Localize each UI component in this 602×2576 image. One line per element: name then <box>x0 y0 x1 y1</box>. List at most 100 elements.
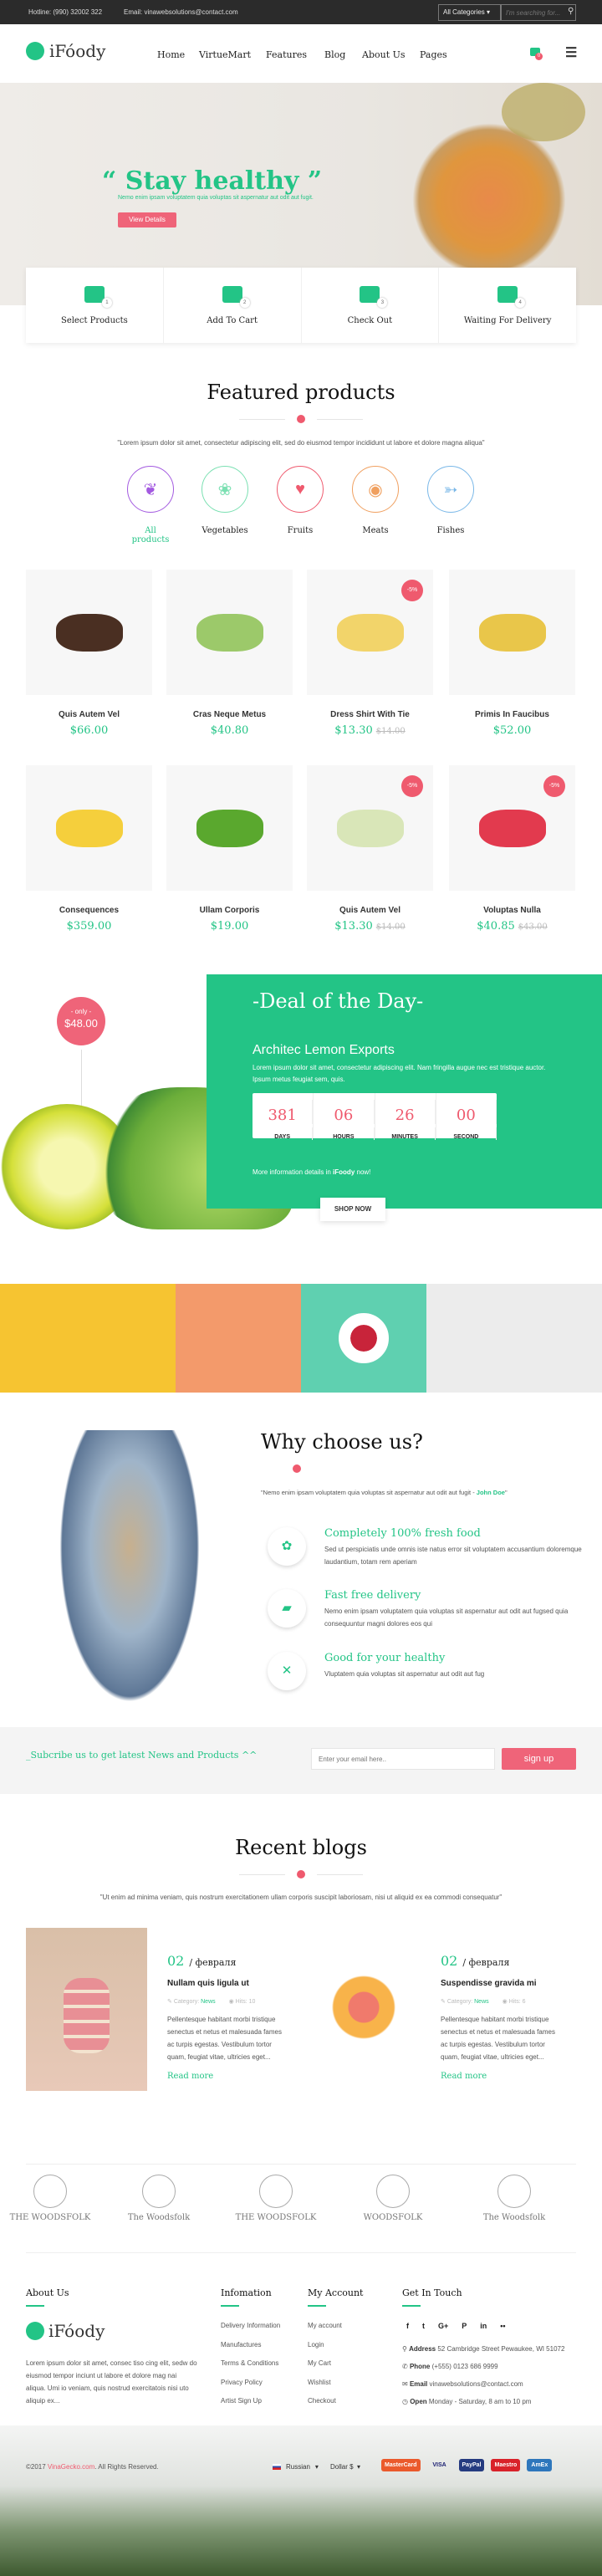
product-image[interactable] <box>26 765 152 891</box>
linkedin-icon[interactable]: in <box>480 2322 487 2330</box>
product-card[interactable]: -5% Quis Autem Vel $13.30 $14.00 <box>307 765 433 933</box>
facebook-icon[interactable]: f <box>406 2322 409 2330</box>
search-icon[interactable]: ⚲ <box>568 7 574 16</box>
footer-account-link[interactable]: My Cart <box>308 2359 331 2367</box>
blog-category-link[interactable]: News <box>201 1999 216 2005</box>
citrus-image[interactable] <box>330 1961 397 2053</box>
product-card[interactable]: Quis Autem Vel $66.00 <box>26 570 152 737</box>
twitter-icon[interactable]: t <box>422 2322 425 2330</box>
brand-logo[interactable]: The Woodsfolk <box>472 2175 556 2222</box>
copyright-link[interactable]: VinaGecko.com <box>48 2463 94 2471</box>
step-label: Check Out <box>347 316 393 325</box>
category-tab-meats[interactable]: ◉ Meats <box>351 466 400 535</box>
deal-product[interactable]: Architec Lemon Exports <box>253 1043 395 1058</box>
brand-logo[interactable]: THE WOODSFOLK <box>8 2175 92 2222</box>
nav-about[interactable]: About Us <box>362 49 406 60</box>
nav-home[interactable]: Home <box>157 49 185 60</box>
product-image[interactable] <box>166 765 293 891</box>
product-photo <box>478 613 546 652</box>
product-card[interactable]: Primis In Faucibus $52.00 <box>449 570 575 737</box>
maestro-icon: Maestro <box>491 2459 521 2471</box>
product-photo <box>196 613 263 652</box>
product-card[interactable]: -5% Voluptas Nulla $40.85 $43.00 <box>449 765 575 933</box>
google-plus-icon[interactable]: G+ <box>438 2322 448 2330</box>
footer-account-link[interactable]: Checkout <box>308 2397 336 2405</box>
apple-icon <box>293 1464 301 1473</box>
product-image[interactable] <box>449 570 575 695</box>
flickr-icon[interactable]: •• <box>500 2322 505 2330</box>
raspberry-photo[interactable] <box>301 1284 426 1393</box>
product-name[interactable]: Quis Autem Vel <box>26 710 152 719</box>
read-more-link[interactable]: Read more <box>167 2072 288 2081</box>
macarons-image[interactable] <box>26 1928 147 2091</box>
pinterest-icon[interactable]: P <box>462 2322 467 2330</box>
banana-photo[interactable] <box>0 1284 176 1393</box>
category-tab-fishes[interactable]: ➳ Fishes <box>426 466 475 535</box>
product-image[interactable] <box>166 570 293 695</box>
language-select[interactable]: Russian ▾ <box>273 2463 319 2471</box>
blog-category-link[interactable]: News <box>474 1999 489 2005</box>
contact-email[interactable]: Email: vinawebsolutions@contact.com <box>124 8 238 16</box>
divider <box>0 412 602 427</box>
brand-logo[interactable]: WOODSFOLK <box>351 2175 435 2222</box>
category-select[interactable]: All Categories ▾ <box>438 4 501 21</box>
deal-title: -Deal of the Day- <box>253 989 424 1013</box>
brand-logo[interactable]: The Woodsfolk <box>117 2175 201 2222</box>
nav-pages[interactable]: Pages <box>420 49 447 60</box>
email-input[interactable] <box>311 1748 495 1770</box>
footer-info-link[interactable]: Delivery Information <box>221 2322 280 2329</box>
product-name[interactable]: Consequences <box>26 906 152 915</box>
footer-info-link[interactable]: Privacy Policy <box>221 2379 263 2386</box>
view-details-button[interactable]: View Details <box>118 212 176 227</box>
pencil-icon: ✎ <box>167 1999 174 2005</box>
product-image[interactable]: -5% <box>449 765 575 891</box>
countdown-seconds: 00 SECOND <box>436 1093 497 1140</box>
product-name[interactable]: Dress Shirt With Tie <box>307 710 433 719</box>
shop-now-button[interactable]: SHOP NOW <box>320 1198 385 1221</box>
product-image[interactable]: -5% <box>307 570 433 695</box>
footer-info-link[interactable]: Artist Sign Up <box>221 2397 262 2405</box>
eye-icon: ◉ <box>227 1999 236 2005</box>
current-price: $359.00 <box>66 920 112 933</box>
currency-select[interactable]: Dollar $ ▾ <box>330 2463 360 2471</box>
product-image[interactable] <box>26 570 152 695</box>
footer-info-link[interactable]: Manufactures <box>221 2341 261 2349</box>
nav-blog[interactable]: Blog <box>324 49 345 60</box>
search-input[interactable] <box>501 4 576 21</box>
blog-excerpt: Pellentesque habitant morbi tristique se… <box>441 2016 555 2061</box>
menu-icon[interactable]: ☰ <box>565 44 577 61</box>
product-image[interactable]: -5% <box>307 765 433 891</box>
nav-virtuemart[interactable]: VirtueMart <box>199 49 251 60</box>
step-number: 3 <box>377 298 388 308</box>
product-name[interactable]: Voluptas Nulla <box>449 906 575 915</box>
product-card[interactable]: Ullam Corporis $19.00 <box>166 765 293 933</box>
product-name[interactable]: Primis In Faucibus <box>449 710 575 719</box>
footer-account-link[interactable]: Wishlist <box>308 2379 331 2386</box>
category-tab-all-products[interactable]: ❦ All products <box>126 466 175 544</box>
product-price: $52.00 <box>449 724 575 737</box>
product-card[interactable]: Consequences $359.00 <box>26 765 152 933</box>
footer-account-link[interactable]: My account <box>308 2322 342 2329</box>
category-tab-fruits[interactable]: ♥ Fruits <box>276 466 324 535</box>
category-tab-vegetables[interactable]: ❀ Vegetables <box>201 466 249 535</box>
cart-icon[interactable]: 0 <box>530 48 543 60</box>
product-name[interactable]: Quis Autem Vel <box>307 906 433 915</box>
map-pin-icon: ⚲ <box>402 2345 410 2353</box>
footer-logo[interactable]: iFóody <box>26 2321 105 2341</box>
blog-title[interactable]: Suspendisse gravida mi <box>441 1979 562 1988</box>
product-name[interactable]: Cras Neque Metus <box>166 710 293 719</box>
sign-up-button[interactable]: sign up <box>502 1748 576 1770</box>
pineapple-photo[interactable] <box>176 1284 301 1393</box>
logo[interactable]: iFóody <box>26 41 105 61</box>
product-card[interactable]: Cras Neque Metus $40.80 <box>166 570 293 737</box>
strawberry-photo[interactable] <box>426 1284 602 1393</box>
brand-logo[interactable]: THE WOODSFOLK <box>234 2175 318 2222</box>
footer-account-link[interactable]: Login <box>308 2341 324 2349</box>
product-card[interactable]: -5% Dress Shirt With Tie $13.30 $14.00 <box>307 570 433 737</box>
footer-info-link[interactable]: Terms & Conditions <box>221 2359 278 2367</box>
blog-title[interactable]: Nullam quis ligula ut <box>167 1979 288 1988</box>
nav-features[interactable]: Features <box>266 49 307 60</box>
hero-title: “ Stay healthy ” <box>102 166 323 196</box>
product-name[interactable]: Ullam Corporis <box>166 906 293 915</box>
read-more-link[interactable]: Read more <box>441 2072 562 2081</box>
